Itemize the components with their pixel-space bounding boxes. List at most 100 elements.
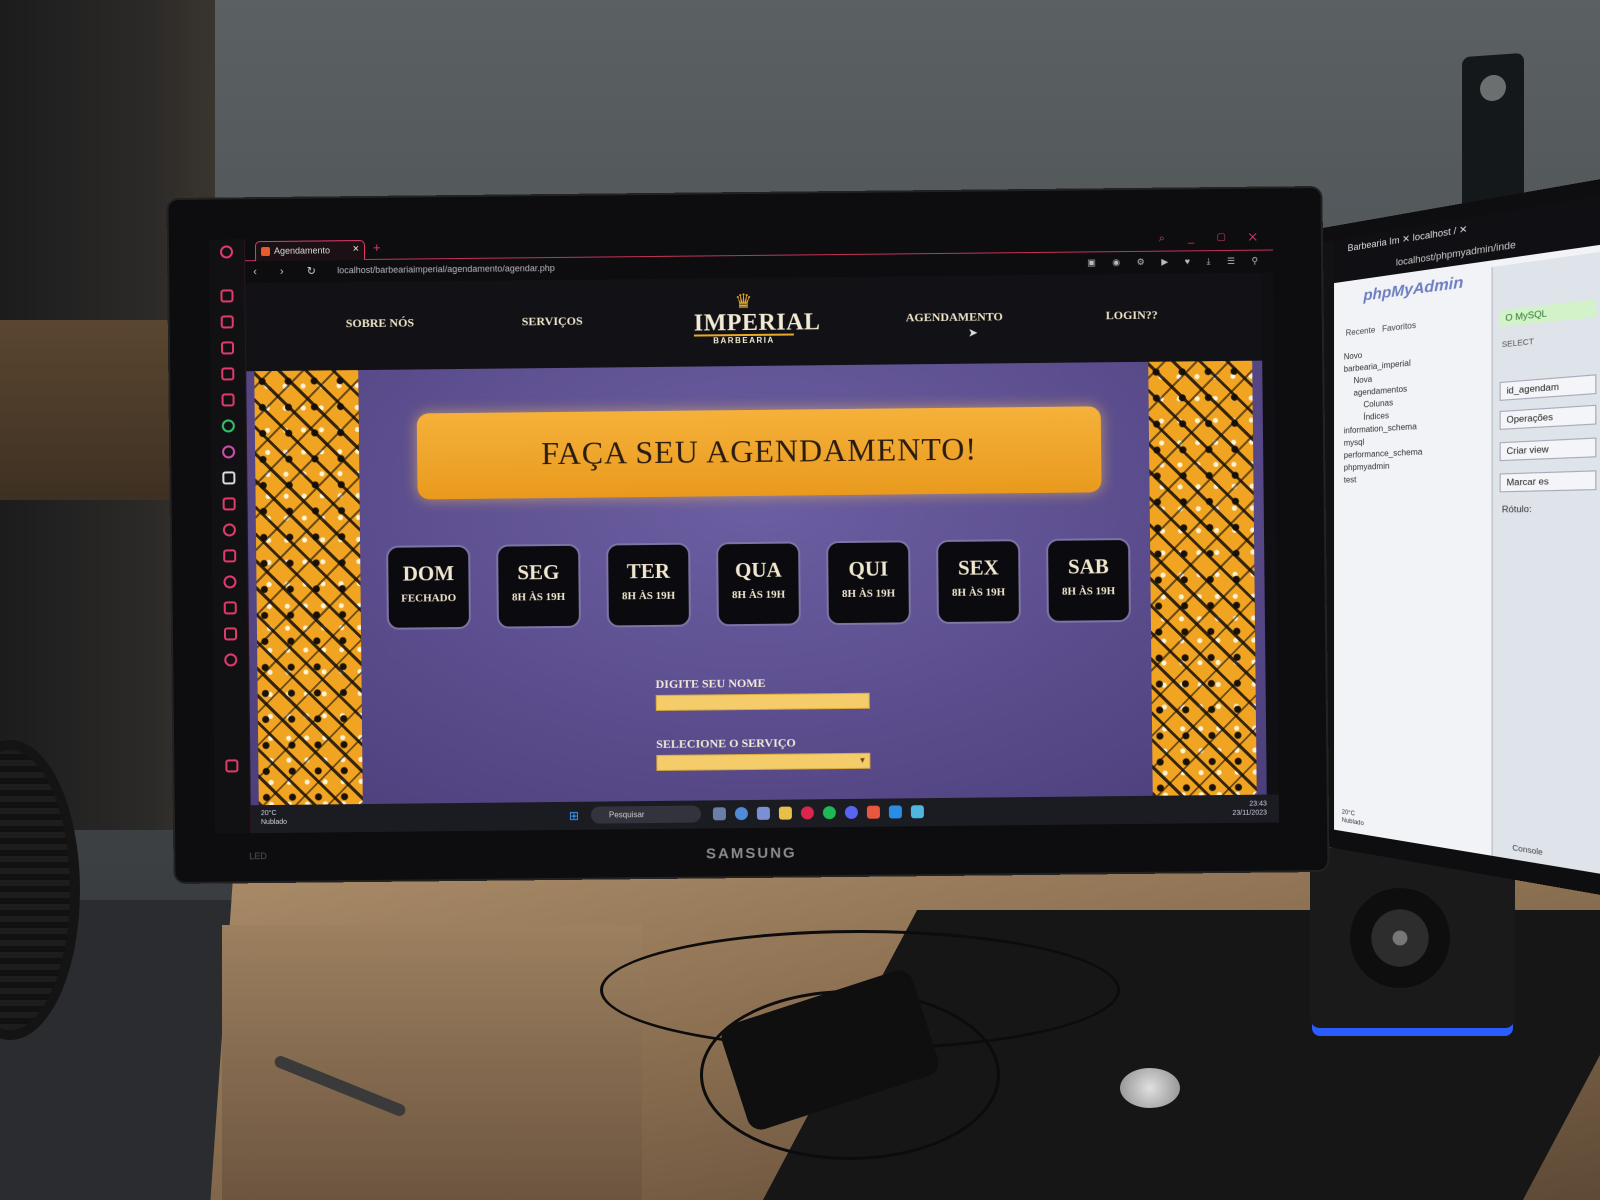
barber-pattern-left: [254, 370, 363, 805]
day-hours: 8H ÀS 19H: [499, 591, 579, 604]
window-controls[interactable]: ⌕ _ ▢ ✕: [1159, 232, 1267, 246]
chat-icon[interactable]: [735, 807, 748, 820]
day-name: SEX: [938, 555, 1018, 581]
day-card-qua[interactable]: QUA 8H ÀS 19H: [716, 541, 801, 626]
taskbar-clock[interactable]: 23:43 23/11/2023: [1232, 800, 1267, 818]
weather-widget[interactable]: 20°C Nublado: [261, 809, 287, 827]
imperial-logo[interactable]: ♛ IMPERIAL BARBEARIA: [693, 292, 794, 349]
banner-title: FAÇA SEU AGENDAMENTO!: [417, 406, 1102, 473]
bottle-cap: [1120, 1068, 1180, 1108]
cart-icon[interactable]: [221, 315, 234, 328]
second-weather: 20°C Nublado: [1342, 808, 1364, 828]
opera-gx-icon[interactable]: [801, 806, 814, 819]
mouse-cursor-icon: ➤: [968, 326, 978, 340]
toolbar-extension-icons[interactable]: ▣ ◉ ⚙ ▶ ♥ ⤓ ☰ ⚲: [1087, 256, 1265, 269]
website: SOBRE NÓS SERVIÇOS ♛ IMPERIAL BARBEARIA …: [245, 273, 1266, 806]
screen: Agendamento × + ⌕ _ ▢ ✕ ‹ › ↻ localhost/…: [209, 228, 1279, 833]
player-icon[interactable]: [223, 523, 236, 536]
file-explorer-icon[interactable]: [779, 807, 792, 820]
download-icon[interactable]: [224, 601, 237, 614]
settings-app-icon[interactable]: [757, 807, 770, 820]
pma-recent[interactable]: Recente: [1346, 325, 1376, 338]
name-input[interactable]: [656, 693, 870, 711]
taskbar-search[interactable]: Pesquisar: [591, 806, 701, 824]
day-hours: 8H ÀS 19H: [719, 588, 799, 601]
pma-create-view-button[interactable]: Criar view: [1500, 437, 1597, 461]
barbershop-favicon-icon: [261, 247, 270, 256]
day-card-qui[interactable]: QUI 8H ÀS 19H: [826, 540, 911, 625]
vscode-icon[interactable]: [889, 805, 902, 818]
task-view-icon[interactable]: [713, 807, 726, 820]
day-card-sab[interactable]: SAB 8H ÀS 19H: [1046, 538, 1131, 623]
app-icon[interactable]: [911, 805, 924, 818]
logo-name: IMPERIAL: [694, 312, 794, 337]
scheduling-section: FAÇA SEU AGENDAMENTO! DOM FECHADO SEG 8H…: [246, 361, 1266, 806]
day-hours: 8H ÀS 19H: [1049, 585, 1129, 598]
new-tab-button[interactable]: +: [373, 240, 381, 255]
tiktok-icon[interactable]: [222, 471, 235, 484]
xampp-icon[interactable]: [867, 806, 880, 819]
day-card-seg[interactable]: SEG 8H ÀS 19H: [496, 544, 581, 629]
service-select[interactable]: ▼: [656, 753, 870, 771]
day-name: DOM: [388, 561, 468, 587]
clock-date: 23/11/2023: [1232, 809, 1267, 818]
nav-link-servicos[interactable]: SERVIÇOS: [522, 314, 583, 330]
opera-sidebar: [209, 239, 251, 833]
day-card-sex[interactable]: SEX 8H ÀS 19H: [936, 539, 1021, 624]
service-field-label: SELECIONE O SERVIÇO: [656, 736, 796, 752]
search-placeholder: Pesquisar: [609, 810, 645, 819]
spotify-icon[interactable]: [823, 806, 836, 819]
history-icon[interactable]: [223, 575, 236, 588]
snapshot-icon[interactable]: [223, 549, 236, 562]
pma-mark-button[interactable]: Marcar es: [1500, 470, 1597, 492]
vpn-icon[interactable]: [223, 497, 236, 510]
speaker: [1310, 848, 1515, 1028]
pma-tabs: Recente Favoritos: [1346, 320, 1416, 337]
navigation-buttons[interactable]: ‹ › ↻: [253, 264, 326, 278]
settings-icon[interactable]: [224, 653, 237, 666]
nav-link-agendamento[interactable]: AGENDAMENTO: [906, 309, 1003, 325]
pma-favorites[interactable]: Favoritos: [1382, 320, 1416, 333]
instagram-icon[interactable]: [221, 367, 234, 380]
url-field[interactable]: localhost/barbeariaimperial/agendamento/…: [337, 263, 555, 275]
bookmark-icon[interactable]: [220, 289, 233, 302]
name-field-label: DIGITE SEU NOME: [655, 676, 765, 692]
scheduling-banner: FAÇA SEU AGENDAMENTO!: [417, 406, 1102, 499]
sidebar-more-icon[interactable]: [225, 759, 238, 772]
pma-main-panel: O MySQL SELECT id_agendam Operações Cria…: [1492, 244, 1600, 884]
instagram-alt-icon[interactable]: [222, 445, 235, 458]
phpmyadmin-logo[interactable]: phpMyAdmin: [1363, 273, 1463, 305]
monitor-brand: SAMSUNG: [175, 839, 1327, 868]
messenger-icon[interactable]: [221, 341, 234, 354]
day-card-dom[interactable]: DOM FECHADO: [386, 545, 471, 630]
opera-logo-icon[interactable]: [220, 245, 233, 258]
second-screen: Barbearia Im ✕ localhost / ✕ localhost/p…: [1313, 186, 1600, 883]
extensions-icon[interactable]: [224, 627, 237, 640]
whatsapp-icon[interactable]: [222, 419, 235, 432]
barber-pattern-right: [1148, 361, 1257, 796]
pma-operations-button[interactable]: Operações: [1500, 405, 1597, 430]
day-hours: FECHADO: [389, 592, 469, 605]
day-name: QUA: [718, 557, 798, 583]
tree-item[interactable]: test: [1344, 472, 1423, 487]
windows-start-icon[interactable]: ⊞: [569, 810, 581, 822]
discord-icon[interactable]: [845, 806, 858, 819]
pma-label: Rótulo:: [1502, 504, 1532, 515]
pma-select: SELECT: [1502, 338, 1534, 349]
tab-agendamento[interactable]: Agendamento ×: [255, 240, 365, 261]
day-card-ter[interactable]: TER 8H ÀS 19H: [606, 543, 691, 628]
weather-temp: 20°C: [261, 809, 287, 818]
pma-table-name[interactable]: id_agendam: [1500, 374, 1597, 401]
ai-icon[interactable]: [221, 393, 234, 406]
day-hours: 8H ÀS 19H: [829, 587, 909, 600]
nav-link-login[interactable]: LOGIN??: [1106, 308, 1158, 324]
day-name: SAB: [1048, 554, 1128, 580]
day-name: TER: [608, 559, 688, 585]
day-hours: 8H ÀS 19H: [939, 586, 1019, 599]
chevron-down-icon: ▼: [858, 756, 866, 765]
weather-desc: Nublado: [261, 818, 287, 827]
nav-link-sobre-nos[interactable]: SOBRE NÓS: [346, 315, 415, 331]
day-hours: 8H ÀS 19H: [609, 590, 689, 603]
second-monitor: Barbearia Im ✕ localhost / ✕ localhost/p…: [1300, 169, 1600, 905]
tab-close-icon[interactable]: ×: [352, 243, 359, 255]
